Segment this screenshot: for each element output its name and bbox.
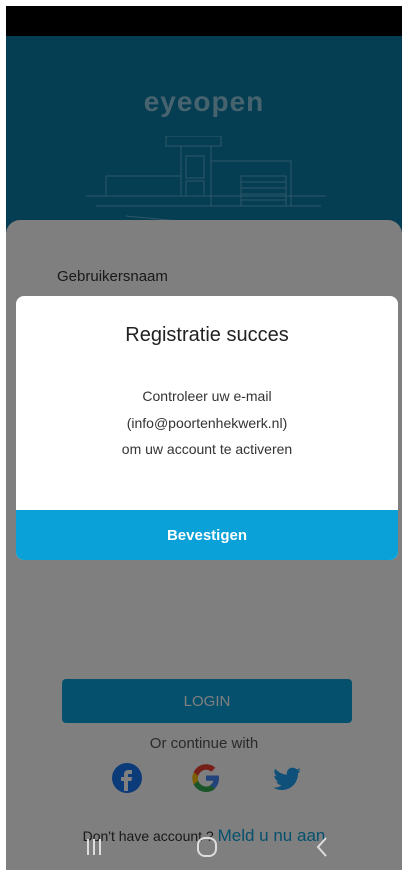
registration-success-dialog: Registratie succes Controleer uw e-mail … — [16, 296, 398, 560]
dialog-message-line: om uw account te activeren — [121, 441, 293, 457]
recent-apps-icon[interactable] — [74, 832, 114, 862]
dialog-message-line: Controleer uw e-mail — [142, 388, 272, 404]
system-nav-bar — [6, 824, 402, 870]
confirm-button[interactable]: Bevestigen — [16, 510, 398, 560]
dialog-title: Registratie succes — [125, 324, 289, 346]
phone-screen: eyeopen Gebruikersnaam LOGIN — [6, 6, 402, 870]
dialog-message-email: (info@poortenhekwerk.nl) — [126, 415, 288, 431]
home-icon[interactable] — [187, 832, 227, 862]
back-icon[interactable] — [302, 832, 342, 862]
